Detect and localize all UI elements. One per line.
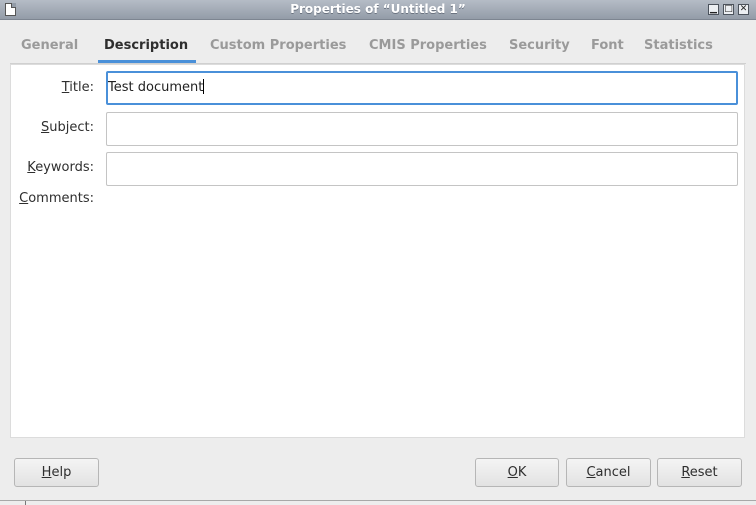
tab-font[interactable]: Font [591, 29, 624, 63]
window-bottom-edge [0, 500, 756, 505]
reset-button[interactable]: Reset [657, 458, 742, 487]
window-title: Properties of “Untitled 1” [290, 2, 466, 16]
tab-statistics[interactable]: Statistics [644, 29, 713, 63]
tab-cmis-properties[interactable]: CMIS Properties [369, 29, 487, 63]
tab-bar: General Description Custom Properties CM… [10, 29, 746, 64]
window-titlebar[interactable]: Properties of “Untitled 1” ▁ □ ✕ [0, 0, 756, 20]
keywords-field[interactable] [106, 152, 738, 186]
keywords-label: Keywords: [27, 160, 94, 175]
subject-label: Subject: [41, 120, 94, 135]
title-label: Title: [61, 80, 94, 95]
maximize-icon[interactable]: □ [723, 4, 734, 15]
tab-custom-properties[interactable]: Custom Properties [210, 29, 346, 63]
title-field[interactable]: Test document [106, 71, 738, 105]
help-button[interactable]: Help [14, 458, 99, 487]
cancel-button[interactable]: Cancel [566, 458, 651, 487]
subject-field[interactable] [106, 112, 738, 146]
tab-general[interactable]: General [21, 29, 78, 63]
close-icon[interactable]: ✕ [738, 4, 749, 15]
minimize-icon[interactable]: ▁ [708, 4, 719, 15]
tab-description[interactable]: Description [97, 29, 197, 63]
comments-label: Comments: [19, 191, 94, 206]
ok-button[interactable]: OK [475, 458, 559, 487]
text-caret [203, 79, 205, 94]
tab-security[interactable]: Security [509, 29, 570, 63]
comments-textarea[interactable] [106, 190, 738, 430]
